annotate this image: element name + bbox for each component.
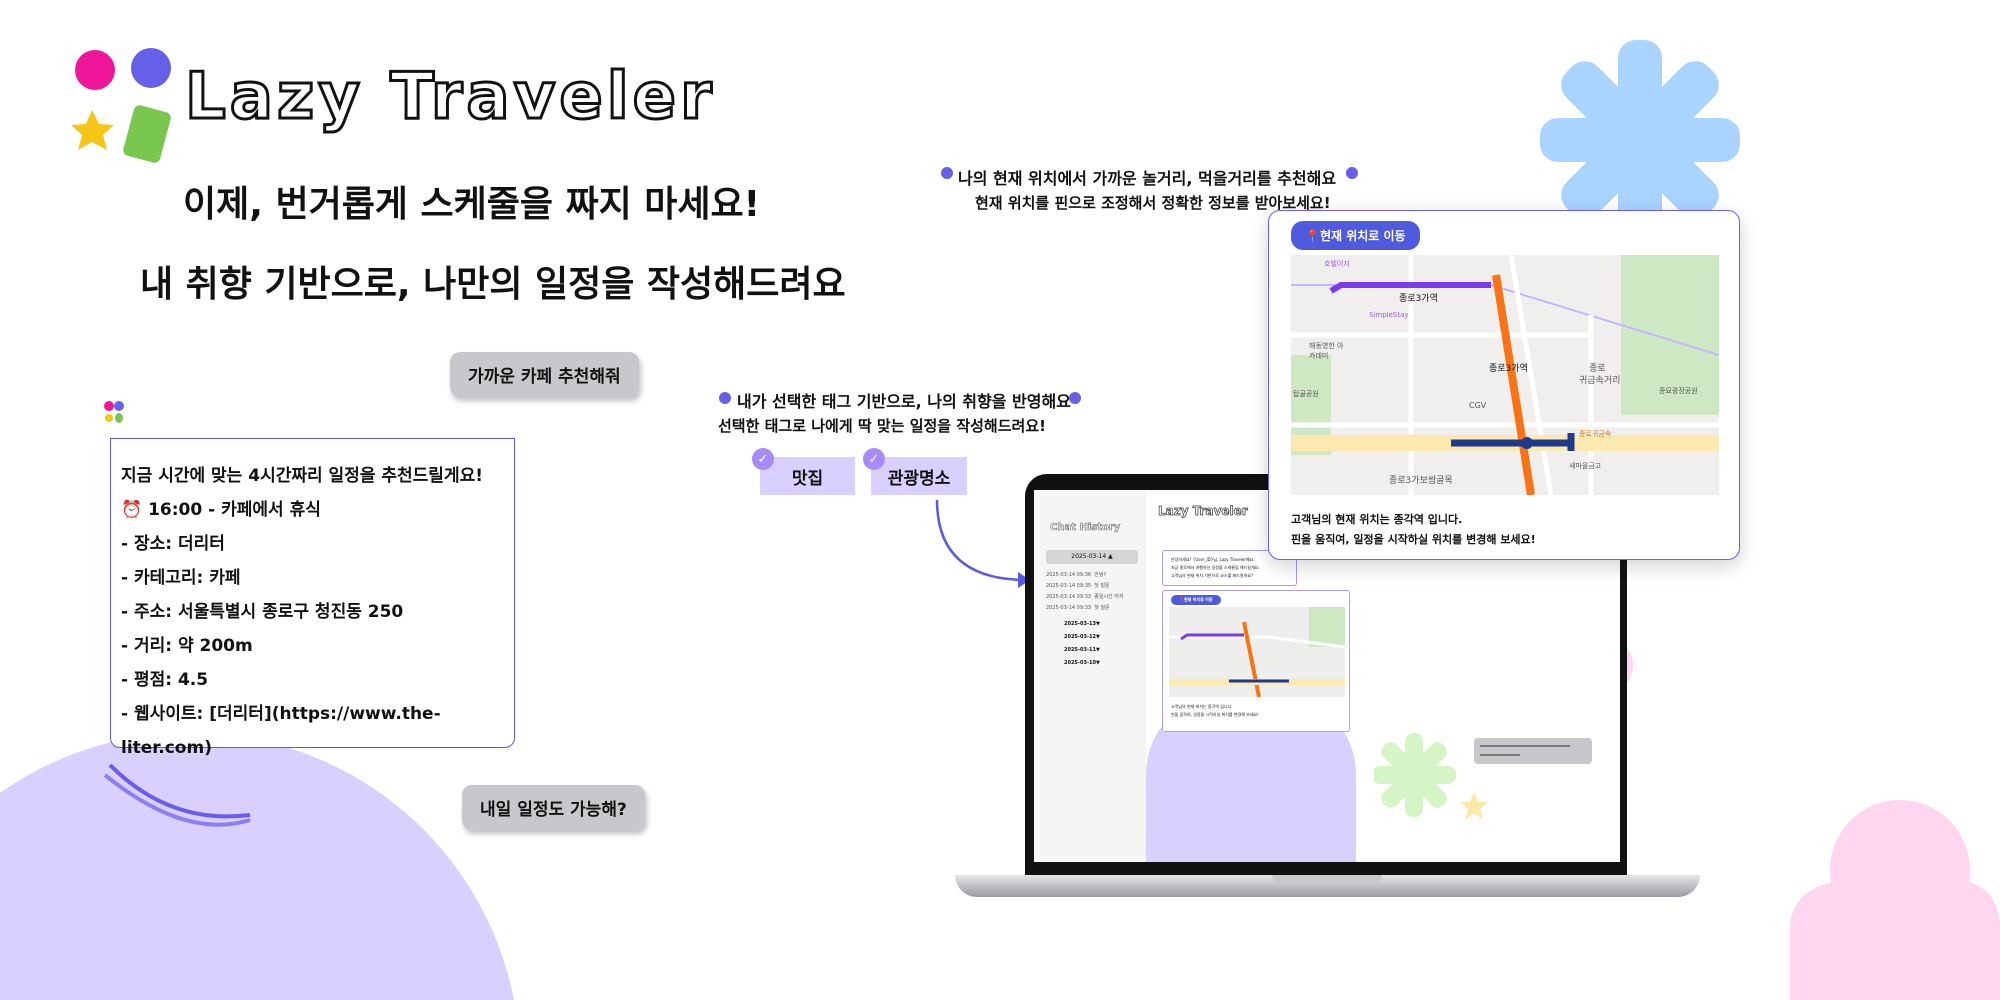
map-label: 종로3가역 (1399, 294, 1438, 304)
map-label: 호텔이지 (1324, 260, 1350, 268)
map-label: 종묘광장공원 (1659, 387, 1698, 395)
user-message-bubble: 내일 일정도 가능해? (462, 785, 645, 830)
bot-line: - 거리: 약 200m (121, 636, 253, 656)
user-message-bubble: 가까운 카페 추천해줘 (450, 352, 639, 397)
headline-2: 내 취향 기반으로, 나만의 일정을 작성해드려요 (140, 264, 846, 305)
tag-restaurant[interactable]: 맛집 (760, 457, 855, 495)
bot-line: - 카테고리: 카페 (121, 568, 241, 588)
sidebar-title: Chat History (1050, 522, 1121, 534)
check-icon: ✓ (863, 448, 885, 470)
tags-section-subtitle: 선택한 태그로 나에게 딱 맞는 일정을 작성해드려요! (718, 417, 1046, 435)
laptop-app-title: Lazy Traveler (1158, 504, 1248, 519)
map-label: 종로3가보쌈골목 (1389, 476, 1453, 486)
app-title: Lazy Traveler (184, 59, 716, 136)
history-item[interactable]: 2025-03-14 09:36 안녕? (1046, 570, 1123, 581)
bot-line: - 주소: 서울특별시 종로구 청진동 250 (121, 602, 404, 622)
lavender-blob (0, 732, 514, 1000)
check-icon: ✓ (752, 448, 774, 470)
date-group[interactable]: 2025-03-10▼ (1064, 657, 1100, 670)
laptop-map-info: 고객님의 현재 위치는 종각역 입니다. 핀을 움직여, 일정을 시작하실 위치를… (1171, 704, 1259, 717)
bot-line: ⏰ 16:00 - 카페에서 휴식 (121, 500, 321, 520)
date-group-active[interactable]: 2025-03-14 ▲ (1046, 550, 1138, 564)
tags-section-title: 내가 선택한 태그 기반으로, 나의 취향을 반영해요 (737, 392, 1071, 411)
bot-line: 지금 시간에 맞는 4시간짜리 일정을 추천드릴게요! (121, 466, 483, 486)
date-group[interactable]: 2025-03-13▼ (1064, 618, 1100, 631)
bot-response-card: 지금 시간에 맞는 4시간짜리 일정을 추천드릴게요! ⏰ 16:00 - 카페… (110, 438, 515, 758)
bot-avatar-icon (104, 401, 124, 423)
history-item[interactable]: 2025-03-14 09:33 첫 질문 (1046, 603, 1123, 614)
move-to-current-location-button[interactable]: 📍현재 위치로 이동 (1291, 221, 1420, 250)
map-label: 해동영한 아카데미 (1309, 342, 1344, 360)
pink-flower-large-decoration (1790, 800, 2000, 1000)
arrow-decoration (935, 499, 1028, 582)
history-item[interactable]: 2025-03-14 09:35 첫 질문 (1046, 581, 1123, 592)
laptop-map-card: 📍현재 위치로 이동 고객님의 현재 위치는 종각역 입니다. 핀을 움직여, 일… (1162, 590, 1350, 732)
map-label: 종로귀금속 (1579, 430, 1612, 438)
map-label: SimpleStay (1369, 311, 1409, 319)
headline-1: 이제, 번거롭게 스케줄을 짜지 마세요! (183, 184, 761, 225)
map-label: 귀금속거리 (1579, 376, 1621, 386)
bot-line: - 장소: 더리터 (121, 534, 225, 554)
bot-line: - 웹사이트: [더리터](https://www.the-liter.com) (121, 704, 441, 758)
map-info-line-2: 핀을 움직여, 일정을 시작하실 위치를 변경해 보세요! (1291, 533, 1536, 546)
date-groups: 2025-03-13▼ 2025-03-12▼ 2025-03-11▼ 2025… (1064, 618, 1100, 670)
chat-history-sidebar: Chat History 2025-03-14 ▲ 2025-03-14 09:… (1034, 490, 1146, 862)
map-label: 종로3가역 (1489, 364, 1528, 374)
bot-line: - 평점: 4.5 (121, 670, 209, 690)
map-label: CGV (1469, 401, 1487, 410)
map-card: 📍현재 위치로 이동 종로3가역 종로3가역 종로 귀금속거리 종로3가보쌈골목… (1268, 210, 1740, 560)
map-view[interactable] (1291, 255, 1719, 495)
date-group[interactable]: 2025-03-11▼ (1064, 644, 1100, 657)
date-group[interactable]: 2025-03-12▼ (1064, 631, 1100, 644)
history-item[interactable]: 2025-03-14 09:33 종일시간 여석 (1046, 592, 1123, 603)
laptop-location-button[interactable]: 📍현재 위치로 이동 (1171, 595, 1221, 605)
history-list: 2025-03-14 09:36 안녕? 2025-03-14 09:35 첫 … (1046, 570, 1123, 614)
map-label: 새마을금고 (1569, 462, 1602, 470)
location-section-title: 나의 현재 위치에서 가까운 놀거리, 먹을거리를 추천해요 (958, 169, 1337, 188)
logo-icon (71, 48, 171, 163)
laptop-map[interactable] (1169, 607, 1345, 697)
map-label: 탑골공원 (1293, 390, 1319, 398)
current-location-pin[interactable] (1521, 437, 1533, 449)
map-info-line-1: 고객님의 현재 위치는 종각역 입니다. (1291, 513, 1463, 526)
tag-attraction[interactable]: 관광명소 (871, 457, 967, 495)
user-message-bubble (1474, 738, 1592, 764)
